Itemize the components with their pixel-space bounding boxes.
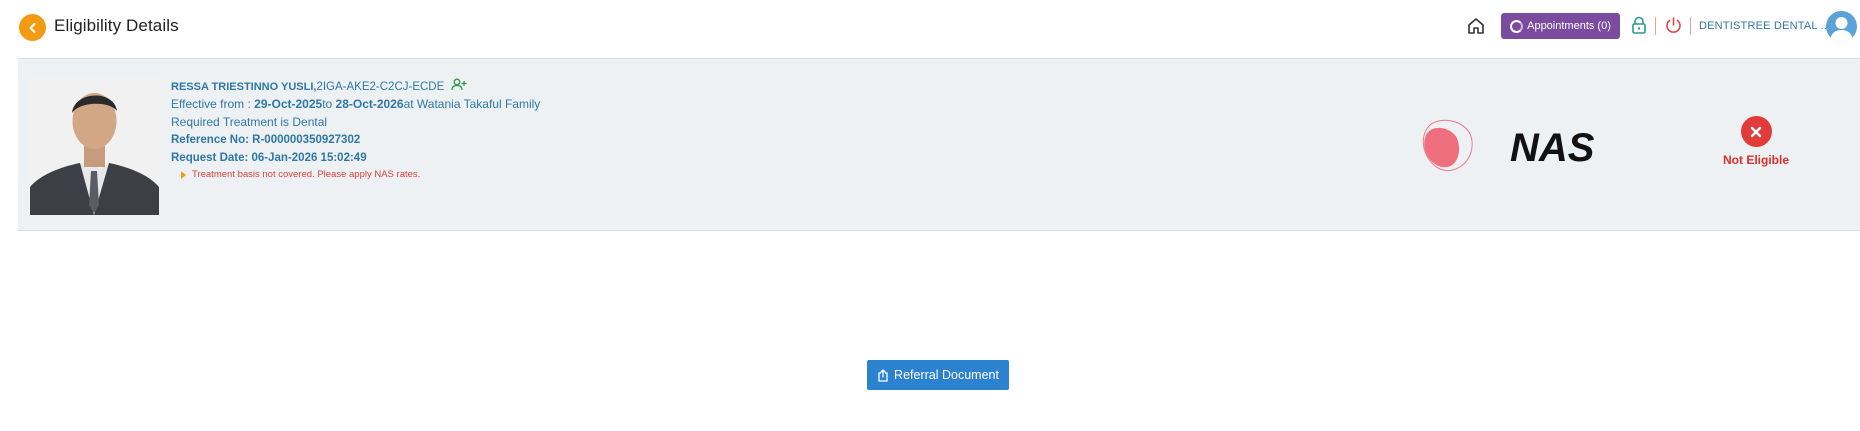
appointments-label: Appointments (0) <box>1527 20 1611 32</box>
header-divider <box>1690 17 1691 35</box>
effective-to-date: 28-Oct-2026 <box>335 97 404 111</box>
eligibility-card: RESSA TRIESTINNO YUSLI,2IGA-AKE2-C2CJ-EC… <box>18 58 1860 231</box>
eligibility-status-label: Not Eligible <box>1723 153 1789 167</box>
user-icon <box>1830 17 1853 42</box>
policy-name: at Watania Takaful Family <box>403 97 541 111</box>
insurer-logo: NAS <box>1420 117 1610 177</box>
referral-document-label: Referral Document <box>894 368 999 382</box>
patient-info: RESSA TRIESTINNO YUSLI,2IGA-AKE2-C2CJ-EC… <box>171 77 540 183</box>
eligibility-status: Not Eligible <box>1706 116 1806 167</box>
patient-name: RESSA TRIESTINNO YUSLI, <box>171 81 317 93</box>
error-x-icon <box>1740 116 1772 147</box>
clinic-name[interactable]: DENTISTREE DENTAL ... <box>1699 20 1830 32</box>
chevron-left-icon <box>29 22 35 33</box>
appointments-icon <box>1510 19 1524 33</box>
caret-right-icon <box>181 171 186 179</box>
coverage-note-text: Treatment basis not covered. Please appl… <box>192 169 421 180</box>
header-divider <box>1655 17 1656 35</box>
patient-photo <box>30 75 159 215</box>
reference-number: Reference No: R-000000350927302 <box>171 134 361 146</box>
lock-icon[interactable] <box>1631 16 1647 35</box>
insurer-logo-text: NAS <box>1510 126 1595 170</box>
top-header: Eligibility Details Appointments (0) DEN… <box>0 0 1860 58</box>
effective-to-word: to <box>322 97 336 111</box>
home-icon[interactable] <box>1466 16 1486 36</box>
user-avatar[interactable] <box>1826 11 1857 42</box>
coverage-note: Treatment basis not covered. Please appl… <box>181 167 540 183</box>
required-treatment: Required Treatment is Dental <box>171 115 328 129</box>
member-code: 2IGA-AKE2-C2CJ-ECDE <box>316 81 445 93</box>
request-date: Request Date: 06-Jan-2026 15:02:49 <box>171 152 367 164</box>
appointments-button[interactable]: Appointments (0) <box>1501 13 1620 39</box>
referral-document-button[interactable]: Referral Document <box>867 360 1009 390</box>
effective-period: Effective from : 29-Oct-2025to 28-Oct-20… <box>171 95 540 113</box>
effective-from-date: 29-Oct-2025 <box>254 97 323 111</box>
upload-icon <box>878 368 888 382</box>
page-title: Eligibility Details <box>54 16 179 35</box>
effective-prefix: Effective from : <box>171 97 255 111</box>
back-button[interactable] <box>19 14 46 41</box>
power-icon[interactable] <box>1664 16 1683 35</box>
add-user-icon[interactable] <box>450 78 467 91</box>
